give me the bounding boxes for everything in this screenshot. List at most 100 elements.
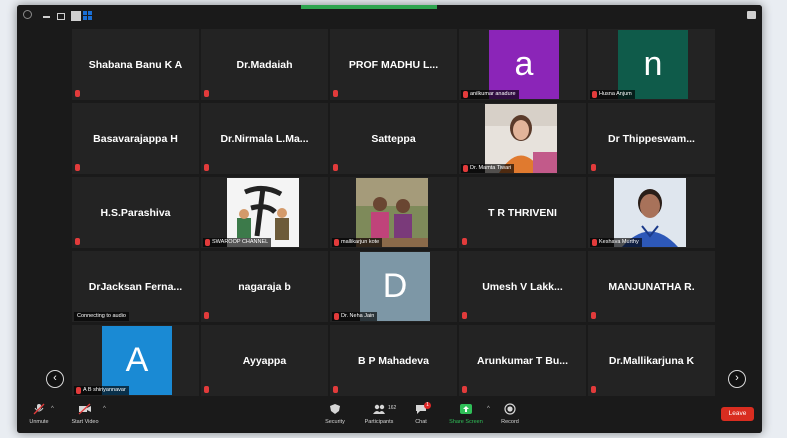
- microphone-muted-icon: [592, 91, 597, 98]
- participant-name: Keshava Murthy: [599, 239, 639, 245]
- previous-page-button[interactable]: ‹: [46, 370, 64, 388]
- participant-tile[interactable]: DrJacksan Ferna... Connecting to audio: [72, 251, 199, 322]
- microphone-muted-icon: [463, 91, 468, 98]
- chat-button[interactable]: 1 Chat: [412, 402, 431, 425]
- record-icon: [504, 403, 516, 415]
- participant-tile[interactable]: a anilkumar anadure: [459, 29, 586, 100]
- microphone-muted-icon: [333, 164, 338, 171]
- participant-name: anilkumar anadure: [470, 91, 516, 97]
- meeting-info-icon[interactable]: [23, 10, 32, 19]
- next-page-button[interactable]: ›: [728, 370, 746, 388]
- microphone-muted-icon: [75, 238, 80, 245]
- participant-name: SWAROOP CHANNEL: [212, 239, 269, 245]
- participant-avatar: a: [489, 30, 559, 99]
- participant-tile[interactable]: Dr.Mallikarjuna K: [588, 325, 715, 396]
- video-options-caret-icon[interactable]: ^: [103, 406, 106, 412]
- share-options-caret-icon[interactable]: ^: [487, 406, 490, 412]
- participant-tile[interactable]: SWAROOP CHANNEL: [201, 177, 328, 248]
- microphone-muted-icon: [75, 90, 80, 97]
- participant-name-tag: A B shiriyannavar: [74, 386, 129, 395]
- participant-name: Umesh V Lakk...: [482, 280, 563, 293]
- audio-options-caret-icon[interactable]: ^: [51, 406, 54, 412]
- microphone-muted-icon: [591, 164, 596, 171]
- gallery-view-icon[interactable]: [83, 11, 92, 20]
- participant-tile[interactable]: Basavarajappa H: [72, 103, 199, 174]
- record-label: Record: [501, 419, 519, 425]
- participant-tile[interactable]: AA B shiriyannavar: [72, 325, 199, 396]
- participant-name-tag: Keshava Murthy: [590, 238, 642, 247]
- video-off-icon: [78, 403, 91, 415]
- microphone-muted-icon: [592, 239, 597, 246]
- participant-tile[interactable]: Satteppa: [330, 103, 457, 174]
- participant-name-tag: Dr. Mamta Tiwari: [461, 164, 515, 173]
- participant-name: Dr.Madaiah: [236, 58, 293, 71]
- restore-icon[interactable]: [57, 13, 65, 20]
- share-screen-button[interactable]: Share Screen ^: [447, 403, 490, 425]
- unmute-button[interactable]: Unmute ^: [27, 403, 54, 425]
- microphone-muted-icon: [205, 239, 210, 246]
- participant-avatar: A: [102, 326, 172, 395]
- participant-tile[interactable]: D Dr. Neha Jain: [330, 251, 457, 322]
- zoom-meeting-window: Shabana Banu K A Dr.Madaiah PROF MADHU L..…: [17, 5, 762, 433]
- participant-tile[interactable]: H.S.Parashiva: [72, 177, 199, 248]
- participants-icon: [373, 404, 385, 414]
- record-button[interactable]: Record: [499, 403, 521, 425]
- microphone-muted-icon: [462, 312, 467, 319]
- participant-tile[interactable]: Shabana Banu K A: [72, 29, 199, 100]
- participant-tile[interactable]: Keshava Murthy: [588, 177, 715, 248]
- participant-tile[interactable]: MANJUNATHA R.: [588, 251, 715, 322]
- participant-name: mallikarjun kote: [341, 239, 380, 245]
- microphone-muted-icon: [75, 164, 80, 171]
- maximize-icon[interactable]: [71, 11, 81, 21]
- leave-meeting-button[interactable]: Leave: [721, 407, 754, 421]
- participant-tile[interactable]: mallikarjun kote: [330, 177, 457, 248]
- participants-button[interactable]: 162 Participants: [362, 403, 396, 425]
- participant-tile[interactable]: nagaraja b: [201, 251, 328, 322]
- microphone-muted-icon: [76, 387, 81, 394]
- share-screen-icon: [460, 404, 472, 414]
- participant-name: Dr. Neha Jain: [341, 313, 375, 319]
- participant-tile[interactable]: Ayyappa: [201, 325, 328, 396]
- microphone-muted-icon: [204, 164, 209, 171]
- share-screen-label: Share Screen: [449, 419, 483, 425]
- participant-tile[interactable]: Dr Thippeswam...: [588, 103, 715, 174]
- participant-name: Dr.Mallikarjuna K: [608, 354, 695, 367]
- participant-name-tag: Husna Anjum: [590, 90, 635, 99]
- participant-name: H.S.Parashiva: [100, 206, 171, 219]
- participant-tile[interactable]: Dr.Nirmala L.Ma...: [201, 103, 328, 174]
- participant-tile[interactable]: Umesh V Lakk...: [459, 251, 586, 322]
- minimize-icon[interactable]: [43, 16, 50, 18]
- start-video-button[interactable]: Start Video ^: [67, 403, 106, 425]
- participant-video: [227, 178, 299, 247]
- participant-tile[interactable]: Dr.Madaiah: [201, 29, 328, 100]
- microphone-muted-icon: [33, 403, 45, 415]
- microphone-muted-icon: [591, 386, 596, 393]
- participant-name-tag: SWAROOP CHANNEL: [203, 238, 272, 247]
- participant-name: Dr.Nirmala L.Ma...: [220, 132, 309, 145]
- security-label: Security: [325, 419, 345, 425]
- participant-name: Basavarajappa H: [93, 132, 178, 145]
- microphone-muted-icon: [204, 90, 209, 97]
- participant-name: A B shiriyannavar: [83, 387, 126, 393]
- audio-connection-status[interactable]: Connecting to audio: [74, 312, 129, 321]
- microphone-muted-icon: [462, 386, 467, 393]
- microphone-muted-icon: [462, 238, 467, 245]
- security-button[interactable]: Security: [322, 403, 348, 425]
- participant-tile[interactable]: PROF MADHU L...: [330, 29, 457, 100]
- participant-tile[interactable]: T R THRIVENI: [459, 177, 586, 248]
- microphone-muted-icon: [463, 165, 468, 172]
- participant-name: T R THRIVENI: [488, 206, 557, 219]
- participant-tile[interactable]: Arunkumar T Bu...: [459, 325, 586, 396]
- microphone-muted-icon: [591, 312, 596, 319]
- participant-name: Satteppa: [371, 132, 416, 145]
- start-video-label: Start Video: [71, 419, 99, 425]
- participants-count: 162: [388, 405, 397, 411]
- participant-tile[interactable]: B P Mahadeva: [330, 325, 457, 396]
- shield-icon: [330, 404, 340, 414]
- participant-name-tag: Dr. Neha Jain: [332, 312, 378, 321]
- participant-avatar: D: [360, 252, 430, 321]
- participant-name: nagaraja b: [238, 280, 291, 293]
- view-options-icon[interactable]: [747, 11, 756, 19]
- participant-tile[interactable]: Dr. Mamta Tiwari: [459, 103, 586, 174]
- participant-tile[interactable]: n Husna Anjum: [588, 29, 715, 100]
